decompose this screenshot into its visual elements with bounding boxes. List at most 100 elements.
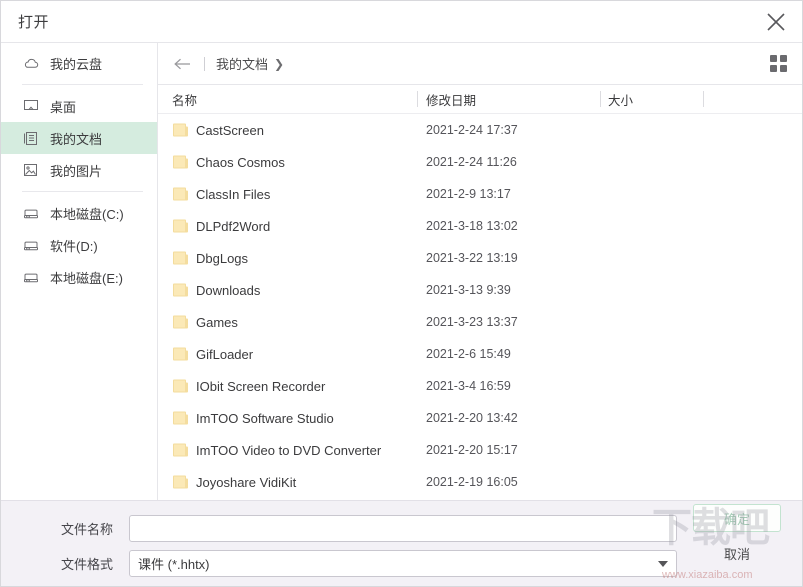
filename-label: 文件名称 xyxy=(60,522,113,537)
file-date: 2021-3-23 13:37 xyxy=(426,315,518,329)
sidebar-item-label: 我的文档 xyxy=(50,131,103,147)
content-pane: 我的文档 ❯ 名称 修改日期 大小 CastScreen 2021-2-24 1… xyxy=(158,43,802,500)
drive-icon xyxy=(22,237,39,254)
drive-icon xyxy=(22,205,39,222)
breadcrumb-bar: 我的文档 ❯ xyxy=(158,43,802,85)
folder-icon xyxy=(173,411,188,425)
file-list[interactable]: CastScreen 2021-2-24 17:37 Chaos Cosmos … xyxy=(158,114,802,500)
table-row[interactable]: GifLoader 2021-2-6 15:49 xyxy=(158,338,802,370)
file-name: Joyoshare VidiKit xyxy=(196,474,297,490)
drive-icon xyxy=(22,269,39,286)
bottom-panel: 文件名称 文件格式 课件 (*.hhtx) xyxy=(1,500,802,586)
table-row[interactable]: DLPdf2Word 2021-3-18 13:02 xyxy=(158,210,802,242)
column-header-date[interactable]: 修改日期 xyxy=(426,90,476,109)
fileformat-label: 文件格式 xyxy=(60,557,113,572)
column-divider[interactable] xyxy=(703,91,704,107)
column-divider[interactable] xyxy=(417,91,418,107)
breadcrumb-item-my-documents[interactable]: 我的文档 xyxy=(216,54,268,73)
sidebar-item-label: 桌面 xyxy=(50,99,77,115)
folder-icon xyxy=(173,283,188,297)
column-header-size[interactable]: 大小 xyxy=(608,90,633,109)
column-header-name[interactable]: 名称 xyxy=(172,90,197,109)
file-date: 2021-2-24 17:37 xyxy=(426,123,518,137)
file-date: 2021-3-22 13:19 xyxy=(426,251,518,265)
dialog-body: 我的云盘 桌面 我的文档 我的图片 本地磁盘(C:) 软件(D:) 本地磁盘(E… xyxy=(1,43,802,500)
file-name: IObit Screen Recorder xyxy=(196,378,326,394)
confirm-button[interactable]: 确定 xyxy=(693,504,781,532)
file-date: 2021-2-19 16:05 xyxy=(426,475,518,489)
chevron-right-icon[interactable]: ❯ xyxy=(274,57,284,71)
documents-icon xyxy=(22,130,39,147)
sidebar-item-label: 我的图片 xyxy=(50,163,103,179)
folder-icon xyxy=(173,347,188,361)
folder-icon xyxy=(173,155,188,169)
table-row[interactable]: Joyoshare VidiKit 2021-2-19 16:05 xyxy=(158,466,802,498)
file-date: 2021-2-20 13:42 xyxy=(426,411,518,425)
file-name: ImTOO Video to DVD Converter xyxy=(196,442,382,458)
fileformat-row: 文件格式 课件 (*.hhtx) xyxy=(1,550,802,577)
file-name: DbgLogs xyxy=(196,250,249,266)
filename-row: 文件名称 xyxy=(1,515,802,542)
sidebar-item-software-d[interactable]: 软件(D:) xyxy=(1,229,157,261)
file-date: 2021-2-9 13:17 xyxy=(426,187,511,201)
desktop-icon xyxy=(22,98,39,115)
breadcrumb-divider xyxy=(204,56,205,71)
sidebar-item-desktop[interactable]: 桌面 xyxy=(1,90,157,122)
cloud-icon xyxy=(22,55,39,72)
table-row[interactable]: DbgLogs 2021-3-22 13:19 xyxy=(158,242,802,274)
sidebar-item-local-disk-e[interactable]: 本地磁盘(E:) xyxy=(1,261,157,293)
table-row[interactable]: ClassIn Files 2021-2-9 13:17 xyxy=(158,178,802,210)
sidebar-separator xyxy=(22,84,143,85)
sidebar-item-label: 软件(D:) xyxy=(50,238,98,254)
file-date: 2021-3-13 9:39 xyxy=(426,283,511,297)
folder-icon xyxy=(173,219,188,233)
file-date: 2021-3-4 16:59 xyxy=(426,379,511,393)
sidebar-item-my-pictures[interactable]: 我的图片 xyxy=(1,154,157,186)
file-date: 2021-2-24 11:26 xyxy=(426,155,517,169)
file-name: DLPdf2Word xyxy=(196,218,271,234)
file-name: GifLoader xyxy=(196,346,254,362)
table-row[interactable]: ImTOO Video to DVD Converter 2021-2-20 1… xyxy=(158,434,802,466)
table-row[interactable]: CastScreen 2021-2-24 17:37 xyxy=(158,114,802,146)
fileformat-select-value[interactable]: 课件 (*.hhtx) xyxy=(129,550,677,577)
sidebar-item-label: 本地磁盘(E:) xyxy=(50,270,123,286)
table-row[interactable]: Games 2021-3-23 13:37 xyxy=(158,306,802,338)
folder-icon xyxy=(173,443,188,457)
folder-icon xyxy=(173,187,188,201)
filename-input[interactable] xyxy=(129,515,677,542)
table-row[interactable]: ImTOO Software Studio 2021-2-20 13:42 xyxy=(158,402,802,434)
sidebar-separator xyxy=(22,191,143,192)
folder-icon xyxy=(173,475,188,489)
title-bar: 打开 xyxy=(1,1,802,43)
folder-icon xyxy=(173,251,188,265)
file-list-header: 名称 修改日期 大小 xyxy=(158,85,802,114)
table-row[interactable]: Chaos Cosmos 2021-2-24 11:26 xyxy=(158,146,802,178)
file-name: Games xyxy=(196,314,238,330)
back-arrow-icon[interactable] xyxy=(172,53,194,75)
column-divider[interactable] xyxy=(600,91,601,107)
folder-icon xyxy=(173,123,188,137)
file-date: 2021-2-20 15:17 xyxy=(426,443,518,457)
open-file-dialog: 打开 我的云盘 桌面 我的文档 我的图片 本地磁盘(C:) 软件(D:) 本地磁… xyxy=(0,0,803,587)
file-name: ImTOO Software Studio xyxy=(196,410,334,426)
sidebar-item-label: 本地磁盘(C:) xyxy=(50,206,124,222)
sidebar-item-my-cloud[interactable]: 我的云盘 xyxy=(1,47,157,79)
sidebar-item-my-documents[interactable]: 我的文档 xyxy=(1,122,157,154)
file-name: ClassIn Files xyxy=(196,186,271,202)
file-date: 2021-3-18 13:02 xyxy=(426,219,518,233)
folder-icon xyxy=(173,379,188,393)
sidebar: 我的云盘 桌面 我的文档 我的图片 本地磁盘(C:) 软件(D:) 本地磁盘(E… xyxy=(1,43,158,500)
file-name: Chaos Cosmos xyxy=(196,154,285,170)
close-icon[interactable] xyxy=(758,4,794,40)
file-name: Downloads xyxy=(196,282,261,298)
file-name: CastScreen xyxy=(196,122,264,138)
sidebar-item-local-disk-c[interactable]: 本地磁盘(C:) xyxy=(1,197,157,229)
table-row[interactable]: Downloads 2021-3-13 9:39 xyxy=(158,274,802,306)
pictures-icon xyxy=(22,162,39,179)
grid-view-icon[interactable] xyxy=(768,54,788,74)
cancel-button[interactable]: 取消 xyxy=(693,539,781,567)
folder-icon xyxy=(173,315,188,329)
dialog-title: 打开 xyxy=(18,14,50,31)
table-row[interactable]: IObit Screen Recorder 2021-3-4 16:59 xyxy=(158,370,802,402)
fileformat-select[interactable]: 课件 (*.hhtx) xyxy=(129,550,677,577)
